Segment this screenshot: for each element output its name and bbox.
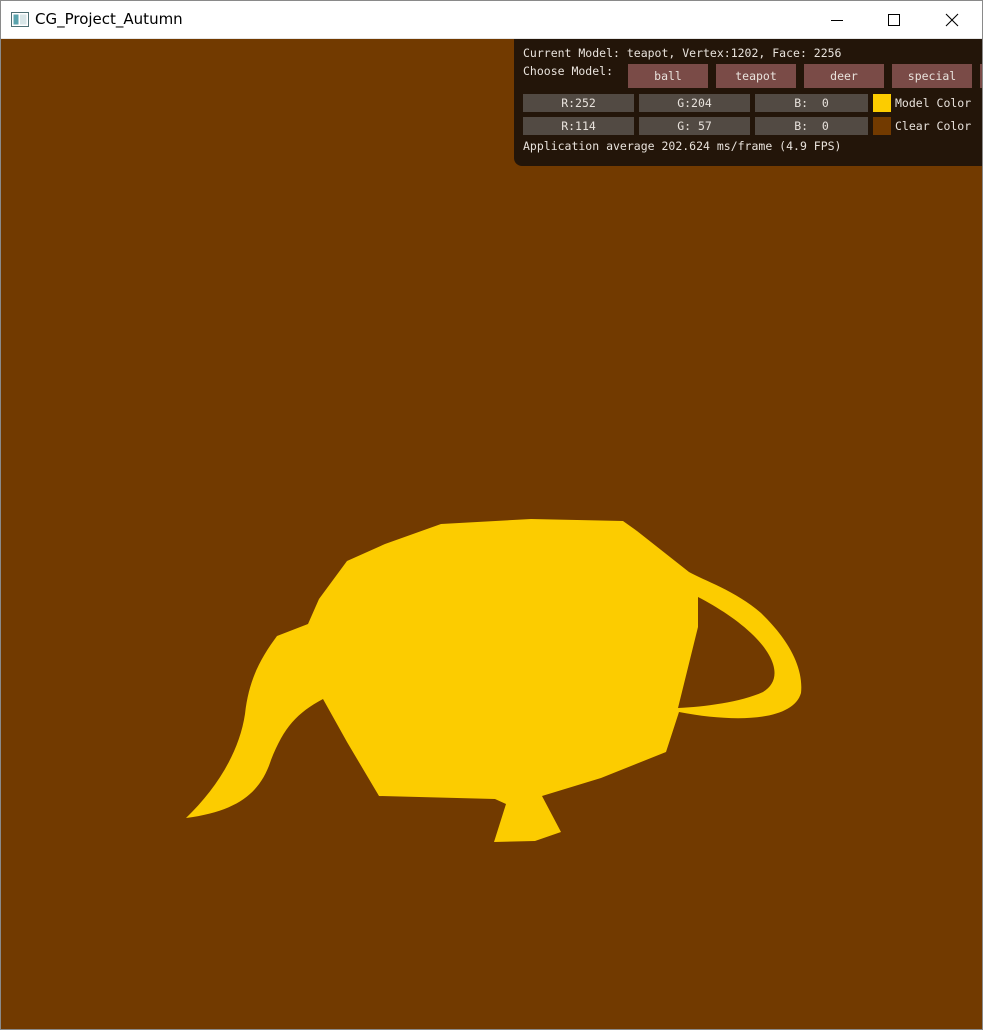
maximize-icon [888, 14, 900, 26]
model-color-r-slider[interactable]: R:252 [523, 94, 634, 112]
model-color-swatch[interactable] [873, 94, 891, 112]
window-title: CG_Project_Autumn [35, 10, 183, 28]
model-button-special[interactable]: special [892, 64, 972, 88]
app-icon [11, 12, 29, 27]
fps-readout: Application average 202.624 ms/frame (4.… [523, 139, 842, 153]
minimize-icon [831, 20, 843, 21]
app-window: CG_Project_Autumn Current Model: teapot,… [0, 0, 983, 1030]
close-button[interactable] [923, 1, 981, 38]
clear-color-r-slider[interactable]: R:114 [523, 117, 634, 135]
model-color-label: Model Color [895, 96, 972, 110]
maximize-button[interactable] [865, 1, 923, 38]
clear-color-b-slider[interactable]: B: 0 [755, 117, 868, 135]
clear-color-label: Clear Color [895, 119, 972, 133]
close-icon [945, 13, 959, 27]
model-button-ball[interactable]: ball [628, 64, 708, 88]
model-button-overflow[interactable] [980, 64, 982, 88]
minimize-button[interactable] [808, 1, 866, 38]
clear-color-g-slider[interactable]: G: 57 [639, 117, 750, 135]
choose-model-label: Choose Model: [523, 64, 614, 78]
imgui-control-panel: Current Model: teapot, Vertex:1202, Face… [514, 39, 982, 166]
current-model-info: Current Model: teapot, Vertex:1202, Face… [523, 46, 842, 60]
model-color-b-slider[interactable]: B: 0 [755, 94, 868, 112]
model-button-teapot[interactable]: teapot [716, 64, 796, 88]
model-color-g-slider[interactable]: G:204 [639, 94, 750, 112]
render-viewport[interactable]: Current Model: teapot, Vertex:1202, Face… [1, 39, 982, 1029]
clear-color-swatch[interactable] [873, 117, 891, 135]
title-bar[interactable]: CG_Project_Autumn [1, 1, 982, 39]
render-scene [186, 519, 802, 842]
model-button-deer[interactable]: deer [804, 64, 884, 88]
